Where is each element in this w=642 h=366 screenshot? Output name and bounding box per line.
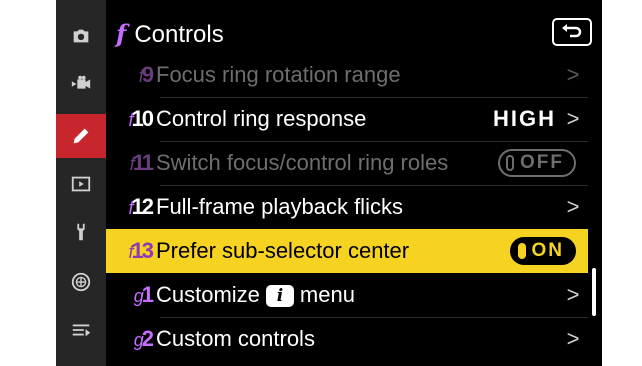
menu-item-code: g1	[106, 282, 154, 308]
menu-item-f9[interactable]: f9 Focus ring rotation range >	[106, 53, 588, 97]
menu-item-code: f11	[106, 150, 154, 176]
back-button[interactable]	[552, 18, 592, 46]
return-icon	[562, 24, 582, 38]
tab-setup[interactable]	[56, 210, 106, 254]
camera-icon	[73, 29, 89, 43]
menu-group-letter: f	[116, 19, 127, 48]
menu-title: Controls	[134, 21, 224, 48]
menu-item-label: Full-frame playback flicks	[156, 194, 403, 219]
menu-item-f12[interactable]: f12 Full-frame playback flicks >	[106, 185, 588, 229]
menu-item-label: Focus ring rotation range	[156, 62, 401, 87]
my-menu-icon	[72, 324, 91, 337]
menu-item-code-number: 9	[141, 62, 154, 87]
menu-item-code: f10	[106, 106, 155, 132]
menu-item-g1[interactable]: g1 Customize i menu >	[106, 273, 588, 317]
menu-item-code-number: 12	[131, 194, 155, 219]
globe-icon	[71, 272, 91, 292]
menu-item-label: Control ring response	[156, 106, 367, 131]
menu-item-g2[interactable]: g2 Custom controls >	[106, 317, 588, 361]
menu-item-code: g2	[106, 326, 154, 352]
toggle-state: ON	[531, 240, 564, 261]
toggle-switch[interactable]: ON	[509, 237, 576, 265]
playback-icon	[71, 176, 91, 192]
toggle-state: OFF	[520, 152, 564, 173]
menu-header: f Controls	[106, 15, 602, 53]
toggle-knob	[506, 155, 514, 171]
menu-item-label-start: Customize	[156, 282, 260, 307]
menu-item-label: Customize i menu	[154, 282, 564, 308]
tab-photo-shooting[interactable]	[56, 14, 106, 58]
menu-item-f13[interactable]: f13 Prefer sub-selector center ON	[106, 229, 588, 273]
toggle-knob	[517, 243, 526, 259]
chevron-right-icon: >	[566, 62, 580, 87]
chevron-right-icon: >	[566, 194, 580, 219]
menu-item-code-prefix: g	[133, 286, 144, 306]
menu-item-code-number: 11	[132, 150, 154, 175]
menu-item-code-number: 2	[141, 326, 154, 351]
camera-menu-screen: f Controls f9 Focus ring rotation range > f1…	[56, 0, 602, 366]
tab-playback[interactable]	[56, 162, 106, 206]
chevron-right-icon: >	[566, 326, 580, 351]
toggle-switch[interactable]: OFF	[498, 149, 576, 177]
menu-item-f11[interactable]: f11 Switch focus/control ring roles OFF	[106, 141, 588, 185]
wrench-icon	[77, 223, 85, 241]
scrollbar[interactable]	[592, 268, 596, 316]
i-menu-icon: i	[265, 285, 294, 308]
menu-tab-bar	[56, 0, 106, 366]
menu-item-code: f12	[106, 194, 155, 220]
menu-item-code-number: 10	[131, 106, 155, 131]
menu-item-code-prefix: g	[133, 330, 144, 350]
menu-item-code: f13	[106, 238, 155, 264]
menu-item-code: f9	[106, 62, 154, 88]
menu-item-code-number: 13	[131, 238, 155, 263]
menu-item-label: Custom controls	[156, 326, 315, 351]
menu-item-label: Prefer sub-selector center	[156, 238, 410, 263]
chevron-right-icon: >	[566, 282, 580, 307]
chevron-right-icon: >	[566, 106, 580, 131]
tab-network[interactable]	[56, 260, 106, 304]
menu-item-label: Switch focus/control ring roles	[156, 150, 449, 175]
menu-item-label-end: menu	[299, 282, 355, 307]
tab-my-menu[interactable]	[56, 308, 106, 352]
menu-item-f10[interactable]: f10 Control ring response HIGH >	[106, 97, 588, 141]
tab-custom-settings[interactable]	[56, 114, 106, 158]
menu-item-value: HIGH	[493, 106, 556, 131]
video-camera-icon	[71, 75, 91, 89]
page-title: f Controls	[116, 17, 224, 52]
tab-video-recording[interactable]	[56, 62, 106, 106]
menu-item-code-number: 1	[141, 282, 154, 307]
settings-list: f9 Focus ring rotation range > f10 Control r…	[106, 53, 602, 366]
pencil-icon	[73, 128, 89, 144]
